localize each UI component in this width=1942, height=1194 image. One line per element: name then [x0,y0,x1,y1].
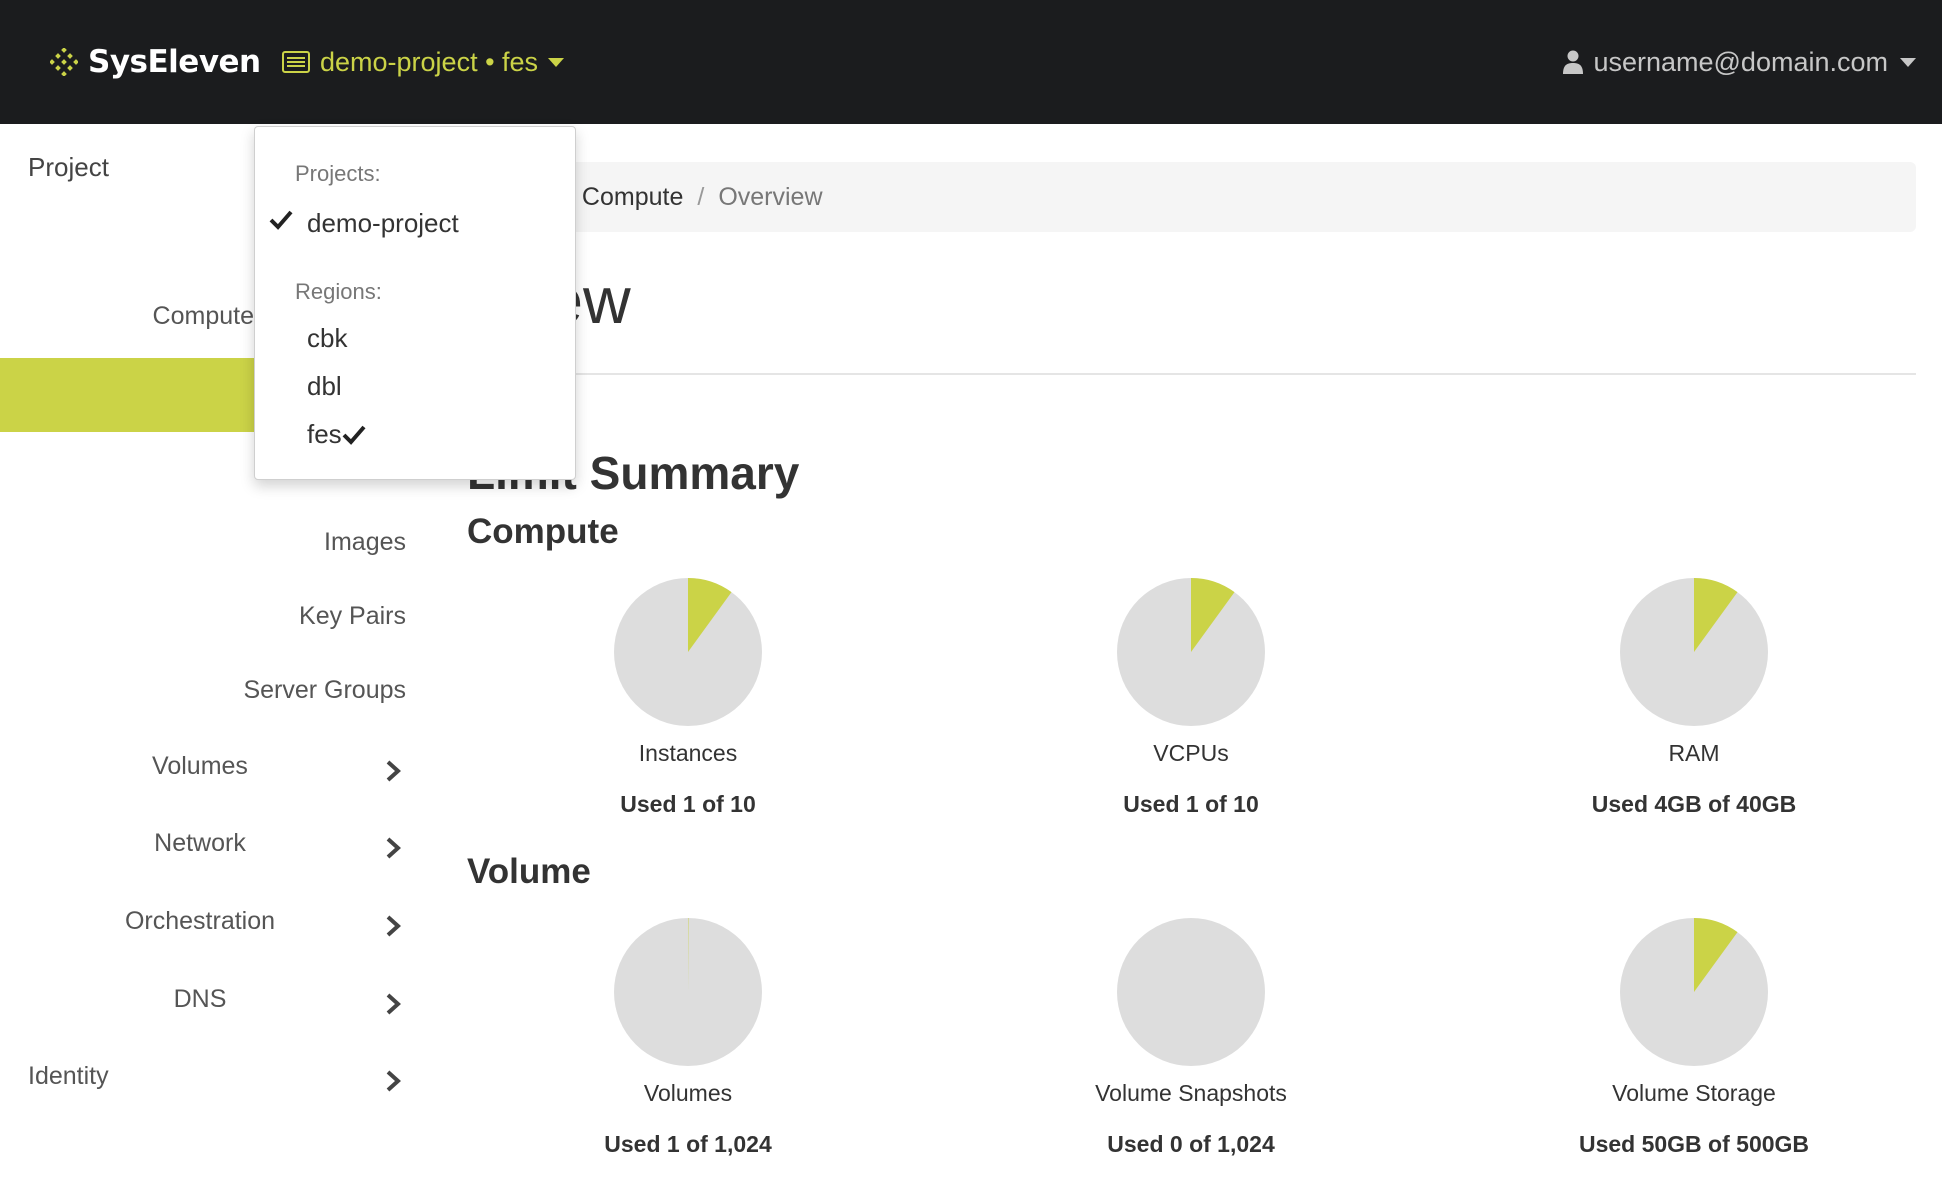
pie-used-text: Used 4GB of 40GB [1591,791,1797,817]
volume-heading: Volume [467,852,591,891]
sidebar-item-compute[interactable]: Compute [153,302,254,331]
sidebar-item-images[interactable]: Images [324,528,406,557]
sidebar-item-label: Orchestration [124,907,276,935]
caret-down-icon [1900,57,1916,67]
projects-header: Projects: [295,161,381,186]
sidebar-item-label: Identity [28,1062,109,1090]
chevron-right-icon [386,760,401,782]
brand-name: SysEleven [88,44,261,80]
pie-graphic [614,918,762,1066]
dropdown-item-demo-project[interactable]: demo-project [255,205,575,241]
context-label: demo-project • fes [320,46,539,77]
breadcrumb-current: Overview [718,182,823,211]
check-icon [342,425,366,445]
breadcrumb: t / Compute / Overview [440,162,1916,232]
pie-graphic [1620,578,1768,726]
chevron-right-icon [386,1070,401,1092]
compute-heading: Compute [467,512,619,551]
sidebar-item-key-pairs[interactable]: Key Pairs [299,602,406,631]
chevron-right-icon [386,993,401,1015]
dropdown-item-label: demo-project [307,207,459,238]
username: username@domain.com [1593,46,1888,77]
dropdown-item-label: cbk [307,323,348,353]
user-menu[interactable]: username@domain.com [1563,40,1916,84]
pie-label: Volume Storage [1612,1080,1776,1106]
chevron-right-icon [386,837,401,859]
pie-graphic [614,578,762,726]
sidebar-item-project[interactable]: Project [28,152,109,183]
sidebar-item-identity[interactable]: Identity [0,1062,401,1102]
pie-label: Volume Snapshots [1095,1080,1287,1106]
dropdown-item-region-dbl[interactable]: dbl [307,371,342,402]
user-icon [1563,50,1584,74]
top-navbar: SysEleven demo-project • fes username@do… [0,0,1942,124]
pie-chart-ram: RAM Used 4GB of 40GB [1544,578,1844,818]
breadcrumb-compute[interactable]: Compute [582,183,683,212]
sidebar-item-network[interactable]: Network [0,829,401,869]
sidebar-item-label: Network [154,829,246,857]
pie-used-text: Used 1 of 10 [620,791,756,817]
list-table-icon [282,51,310,73]
check-icon [269,210,293,230]
sidebar-item-dns[interactable]: DNS [0,985,401,1025]
dropdown-item-region-cbk[interactable]: cbk [307,323,347,354]
caret-down-icon [548,57,565,67]
pie-label: VCPUs [1153,740,1229,766]
dropdown-item-label: dbl [307,371,342,401]
pie-chart-volume-storage: Volume Storage Used 50GB of 500GB [1544,918,1844,1158]
pie-used-text: Used 1 of 10 [1123,791,1259,817]
sidebar-item-orchestration[interactable]: Orchestration [0,907,401,947]
pie-used-text: Used 50GB of 500GB [1578,1131,1810,1157]
pie-label: RAM [1668,740,1720,766]
title-divider [440,373,1916,375]
project-region-selector[interactable]: demo-project • fes [282,40,565,84]
pie-chart-instances: Instances Used 1 of 10 [538,578,838,818]
pie-chart-volume-snapshots: Volume Snapshots Used 0 of 1,024 [1041,918,1341,1158]
brand-logo[interactable]: SysEleven [50,40,261,84]
pie-background [1117,918,1265,1066]
pie-graphic [1620,918,1768,1066]
sidebar-item-server-groups[interactable]: Server Groups [243,676,406,705]
pie-label: Instances [638,740,738,766]
dropdown-item-label: fes [307,419,342,449]
pie-chart-vcpus: VCPUs Used 1 of 10 [1041,578,1341,818]
sidebar-item-label: DNS [173,985,227,1013]
sidebar-item-label: Volumes [152,752,248,780]
sidebar-item-volumes[interactable]: Volumes [0,752,401,792]
syseleven-logo-icon [50,48,78,76]
regions-header: Regions: [295,279,382,304]
pie-used-text: Used 1 of 1,024 [604,1131,772,1157]
pie-label: Volumes [643,1080,733,1106]
breadcrumb-separator: / [697,182,705,211]
pie-used-text: Used 0 of 1,024 [1107,1131,1275,1157]
pie-graphic [1117,578,1265,726]
dropdown-item-region-fes[interactable]: fes [307,419,366,450]
pie-graphic [1117,918,1265,1066]
chevron-right-icon [386,915,401,937]
pie-chart-volumes: Volumes Used 1 of 1,024 [538,918,838,1158]
project-region-dropdown: Projects: demo-project Regions: cbk dbl … [254,126,576,480]
